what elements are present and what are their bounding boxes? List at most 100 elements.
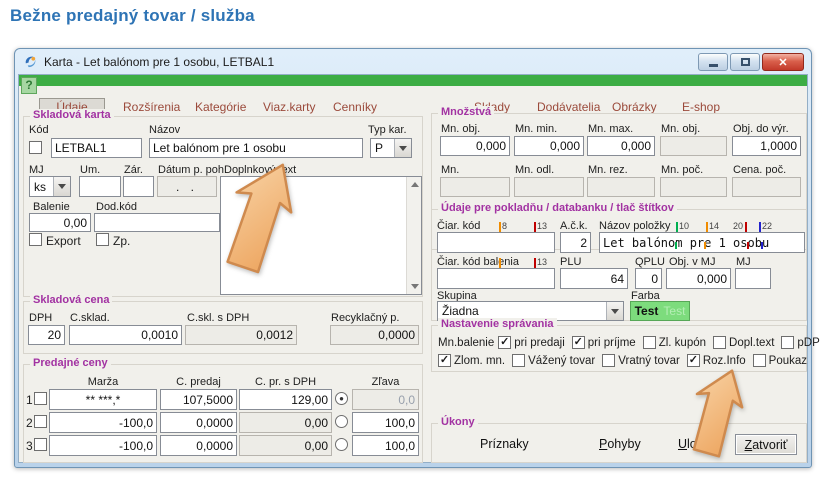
checkbox[interactable] bbox=[753, 354, 766, 367]
balenie-input[interactable]: 0,00 bbox=[29, 213, 91, 232]
help-button[interactable]: ? bbox=[21, 77, 37, 94]
chevron-down-icon[interactable] bbox=[606, 302, 623, 320]
price-row-checkbox[interactable] bbox=[34, 438, 47, 451]
check-dopl-text[interactable]: Dopl.text bbox=[713, 336, 774, 349]
check-pri-predaji[interactable]: ✓pri predaji bbox=[498, 336, 565, 349]
app-icon bbox=[23, 54, 38, 69]
doplnkovy-text-area[interactable] bbox=[220, 176, 422, 295]
obj-do-vyr-input[interactable]: 1,0000 bbox=[732, 136, 801, 156]
check-vratny-tovar[interactable]: Vratný tovar bbox=[602, 354, 680, 367]
price-row-num: 3 bbox=[26, 439, 33, 453]
group-title: Skladová karta bbox=[30, 109, 114, 121]
c-sklad-input[interactable]: 0,0010 bbox=[69, 325, 182, 345]
checkbox[interactable]: ✓ bbox=[687, 354, 700, 367]
export-checkbox[interactable] bbox=[29, 233, 42, 246]
mn-min-input[interactable]: 0,000 bbox=[514, 136, 584, 156]
label-mark-22: 22 bbox=[762, 221, 772, 231]
check-zlom-mn[interactable]: ✓Zlom. mn. bbox=[438, 354, 505, 367]
c-predaj-input[interactable]: 107,5000 bbox=[160, 389, 237, 410]
check-pri-prijme[interactable]: ✓pri príjme bbox=[572, 336, 636, 349]
ack-input[interactable]: 2 bbox=[560, 232, 591, 253]
check-poukaz[interactable]: Poukaz bbox=[753, 354, 807, 367]
mn-obj-input[interactable]: 0,000 bbox=[440, 136, 510, 156]
obj-v-mj-label: Obj. v MJ bbox=[669, 256, 715, 268]
recyklacny-input: 0,0000 bbox=[330, 325, 419, 345]
mj2-input[interactable] bbox=[735, 268, 771, 289]
price-row-radio[interactable] bbox=[335, 438, 348, 451]
check-roz-info[interactable]: ✓Roz.Info bbox=[687, 354, 746, 367]
mn-min-label: Mn. min. bbox=[515, 123, 557, 135]
tab-cenniky[interactable]: Cenníky bbox=[333, 100, 377, 114]
zp-label: Zp. bbox=[113, 234, 130, 248]
chevron-down-icon[interactable] bbox=[53, 177, 70, 196]
scroll-down-icon[interactable] bbox=[409, 281, 420, 292]
typ-kar-select[interactable]: P bbox=[370, 138, 412, 158]
marza-input[interactable]: -100,0 bbox=[49, 435, 157, 456]
obj-v-mj-input[interactable]: 0,000 bbox=[666, 268, 731, 289]
plu-input[interactable]: 64 bbox=[560, 268, 628, 289]
tab-kategorie[interactable]: Kategórie bbox=[195, 100, 246, 114]
titlebar[interactable]: Karta - Let balónom pre 1 osobu, LETBAL1 bbox=[15, 49, 811, 74]
price-row-checkbox[interactable] bbox=[34, 415, 47, 428]
kod-checkbox[interactable] bbox=[29, 141, 42, 154]
zlava-input[interactable]: 100,0 bbox=[352, 435, 419, 456]
checkbox[interactable] bbox=[643, 336, 656, 349]
ciar-kod-input[interactable] bbox=[437, 232, 555, 253]
c-predaj-input[interactable]: 0,0000 bbox=[160, 435, 237, 456]
restore-button[interactable] bbox=[730, 53, 760, 71]
page-title: Bežne predajný tovar / služba bbox=[10, 6, 255, 26]
label-mark-14: 14 bbox=[709, 221, 719, 231]
tab-viaz-karty[interactable]: Viaz.karty bbox=[263, 100, 315, 114]
c-pr-s-dph-input[interactable]: 129,00 bbox=[239, 389, 332, 410]
um-input[interactable] bbox=[79, 176, 121, 197]
zatvorit-button[interactable]: Zatvoriť bbox=[735, 434, 797, 455]
checkbox[interactable]: ✓ bbox=[572, 336, 585, 349]
check-zl-kupon[interactable]: Zl. kupón bbox=[643, 336, 706, 349]
tab-eshop[interactable]: E-shop bbox=[682, 100, 720, 114]
checkbox[interactable]: ✓ bbox=[438, 354, 451, 367]
price-row-radio[interactable] bbox=[335, 415, 348, 428]
ciar-kod-balenia-input[interactable] bbox=[437, 268, 555, 289]
zlava-input[interactable]: 100,0 bbox=[352, 412, 419, 433]
mj-select[interactable]: ks bbox=[29, 176, 71, 197]
dph-input[interactable]: 20 bbox=[28, 325, 65, 345]
chevron-down-icon[interactable] bbox=[394, 139, 411, 157]
ulozit-button[interactable]: Uložiť bbox=[678, 437, 710, 451]
kod-label: Kód bbox=[29, 124, 49, 136]
minimize-button[interactable] bbox=[698, 53, 728, 71]
checkbox[interactable] bbox=[713, 336, 726, 349]
checkbox[interactable] bbox=[512, 354, 525, 367]
scroll-up-icon[interactable] bbox=[409, 179, 420, 190]
price-row-radio[interactable]: ● bbox=[335, 392, 348, 405]
zp-checkbox[interactable] bbox=[96, 233, 109, 246]
qplu-input[interactable]: 0 bbox=[635, 268, 662, 289]
priznaky-button[interactable]: Príznaky bbox=[480, 437, 529, 451]
zar-input[interactable] bbox=[123, 176, 154, 197]
tab-dodavatelia[interactable]: Dodávatelia bbox=[537, 100, 600, 114]
check-vazeny-tovar[interactable]: Vážený tovar bbox=[512, 354, 595, 367]
marza-input[interactable]: -100,0 bbox=[49, 412, 157, 433]
tab-obrazky[interactable]: Obrázky bbox=[612, 100, 657, 114]
marza-input[interactable]: ** ***,* bbox=[49, 389, 157, 410]
checkbox[interactable] bbox=[602, 354, 615, 367]
price-row-checkbox[interactable] bbox=[34, 392, 47, 405]
tab-rozsirenia[interactable]: Rozšírenia bbox=[123, 100, 180, 114]
pohyby-button[interactable]: Pohyby bbox=[599, 437, 641, 451]
nazov-input[interactable]: Let balónom pre 1 osobu bbox=[149, 138, 363, 158]
nazov-polozky-input[interactable]: Let balónom pre 1 osobu bbox=[599, 232, 805, 253]
datum-p-poh-input: . . bbox=[157, 176, 217, 197]
checkbox[interactable]: ✓ bbox=[498, 336, 511, 349]
check-pdp[interactable]: pDP bbox=[781, 336, 819, 349]
col-c-pr-s-dph-header: C. pr. s DPH bbox=[239, 376, 332, 388]
close-button[interactable]: ✕ bbox=[762, 53, 804, 71]
scrollbar[interactable] bbox=[406, 177, 421, 294]
checkbox[interactable] bbox=[781, 336, 794, 349]
farba-test-button[interactable]: Test Test bbox=[630, 301, 690, 321]
mn-odl-label: Mn. odl. bbox=[515, 164, 554, 176]
char-tick-orange bbox=[704, 242, 706, 249]
dod-kod-input[interactable] bbox=[94, 213, 220, 232]
kod-input[interactable]: LETBAL1 bbox=[51, 138, 142, 158]
c-predaj-input[interactable]: 0,0000 bbox=[160, 412, 237, 433]
mn-max-input[interactable]: 0,000 bbox=[587, 136, 655, 156]
group-skladova-karta: Skladová karta Kód LETBAL1 Názov Let bal… bbox=[23, 116, 423, 297]
